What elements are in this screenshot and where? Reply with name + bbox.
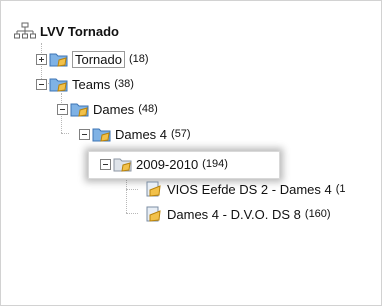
document-edit-icon <box>146 206 161 222</box>
tree-node-label: Dames 4 - D.V.O. DS 8 <box>167 206 301 222</box>
tree-connector <box>126 189 138 191</box>
tree-node-match-vios[interactable]: VIOS Eefde DS 2 - Dames 4 (1 <box>144 179 346 199</box>
tree-node-match-dvo[interactable]: Dames 4 - D.V.O. DS 8 (160) <box>144 204 331 224</box>
collapse-icon[interactable] <box>36 78 47 90</box>
tree-root[interactable]: LVV Tornado <box>14 21 119 41</box>
tree-node-count: (194) <box>202 158 228 170</box>
folder-icon <box>49 53 68 67</box>
tree-node-label: Teams <box>72 76 111 92</box>
tree-node-count: (1 <box>335 183 346 195</box>
tree-panel: LVV Tornado Tornado (18) Teams (38) Dame… <box>0 0 382 306</box>
tree-node-count: (48) <box>138 103 158 115</box>
tree-node-count: (57) <box>171 128 191 140</box>
tree-node-label: Dames <box>93 101 135 117</box>
tree-node-dames[interactable]: Dames (48) <box>57 99 158 119</box>
folder-icon <box>113 158 132 172</box>
tree-root-label: LVV Tornado <box>40 23 119 39</box>
collapse-icon[interactable] <box>100 158 111 170</box>
document-edit-icon <box>146 181 161 197</box>
tree-connector <box>61 133 69 135</box>
tree-node-label: Tornado <box>72 50 125 68</box>
tree-node-label: VIOS Eefde DS 2 - Dames 4 <box>167 181 332 197</box>
tree-connector <box>126 213 138 215</box>
collapse-icon[interactable] <box>79 128 90 140</box>
sitemap-icon <box>14 22 36 39</box>
folder-icon <box>49 78 68 92</box>
tree-node-teams[interactable]: Teams (38) <box>36 74 134 94</box>
tree-node-label: Dames 4 <box>115 126 168 142</box>
tree-node-tornado[interactable]: Tornado (18) <box>36 49 149 69</box>
tree-node-count: (38) <box>114 78 134 90</box>
tree-node-2009-2010[interactable]: 2009-2010 (194) <box>100 154 228 174</box>
tree-node-count: (160) <box>304 208 331 220</box>
tree-node-count: (18) <box>128 53 149 65</box>
expand-icon[interactable] <box>36 53 47 65</box>
tree-connector <box>126 173 128 213</box>
tree-node-dames-4[interactable]: Dames 4 (57) <box>79 124 191 144</box>
folder-icon <box>92 128 111 142</box>
tree-node-label: 2009-2010 <box>136 156 199 172</box>
folder-icon <box>70 103 89 117</box>
collapse-icon[interactable] <box>57 103 68 115</box>
